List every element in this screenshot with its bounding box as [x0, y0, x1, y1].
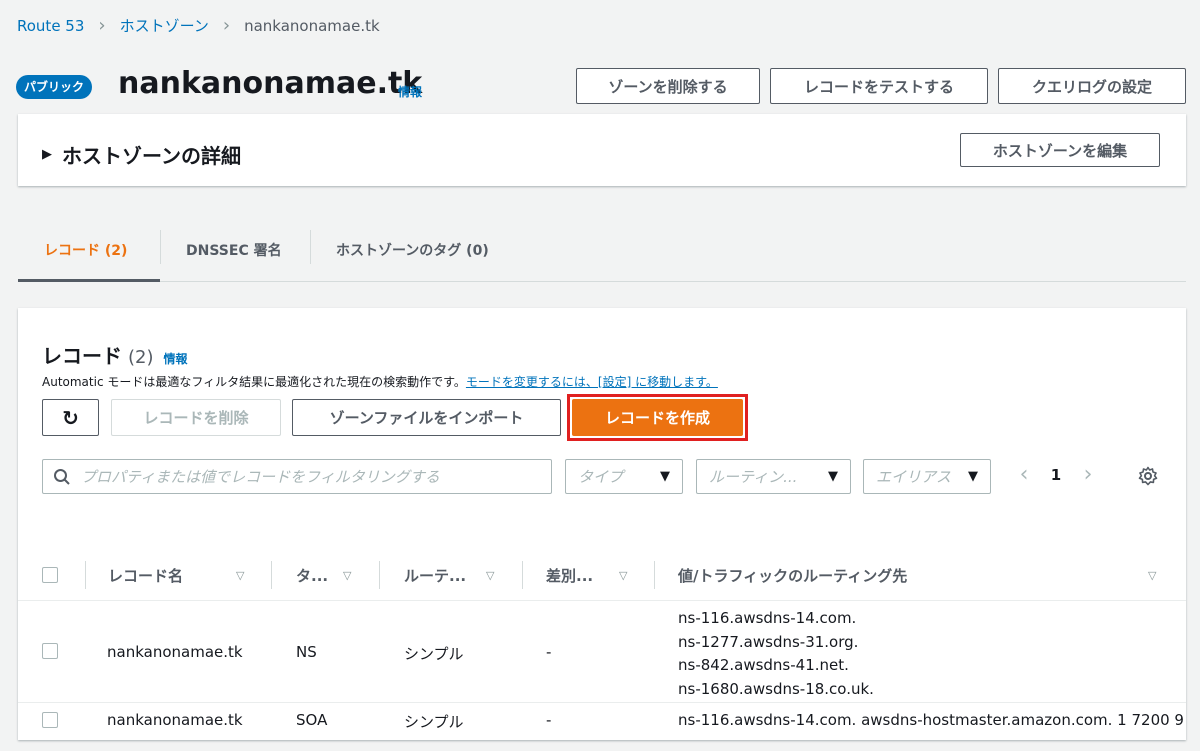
breadcrumb: Route 53 › ホストゾーン › nankanonamae.tk: [17, 15, 380, 36]
column-divider: [379, 561, 380, 589]
pagination: ‹ 1 ›: [1012, 462, 1100, 487]
sort-icon[interactable]: ▽: [236, 569, 244, 582]
routing-filter-select[interactable]: ルーティン... ▼: [696, 459, 851, 494]
record-routing: シンプル: [404, 645, 464, 663]
sort-icon[interactable]: ▽: [486, 569, 494, 582]
info-link[interactable]: 情報: [398, 83, 422, 100]
records-description: Automatic モードは最適なフィルタ結果に最適化された現在の検索動作です。…: [42, 373, 718, 390]
active-tab-indicator: [18, 279, 160, 282]
page-title: nankanonamae.tk: [118, 66, 423, 101]
delete-record-button[interactable]: レコードを削除: [111, 399, 281, 436]
tab-divider: [160, 230, 161, 264]
refresh-icon: ↻: [62, 405, 79, 430]
tab-divider: [310, 230, 311, 264]
breadcrumb-route53[interactable]: Route 53: [17, 17, 84, 35]
record-differentiator: -: [546, 643, 552, 661]
record-value-line: ns-116.awsdns-14.com.: [678, 609, 857, 627]
record-routing: シンプル: [404, 713, 464, 731]
create-record-button[interactable]: レコードを作成: [572, 399, 743, 436]
column-header-value[interactable]: 値/トラフィックのルーティング先: [678, 549, 907, 601]
tab-tags[interactable]: ホストゾーンのタグ (0): [336, 218, 489, 281]
record-name: nankanonamae.tk: [107, 643, 243, 661]
column-header-routing[interactable]: ルーテ...: [404, 549, 466, 601]
sort-icon[interactable]: ▽: [1148, 569, 1156, 582]
records-info-link[interactable]: 情報: [164, 350, 188, 367]
column-divider: [522, 561, 523, 589]
breadcrumb-hosted-zones[interactable]: ホストゾーン: [120, 15, 209, 36]
record-value-line: ns-1277.awsdns-31.org.: [678, 632, 859, 651]
caret-right-icon: ▶: [42, 147, 52, 162]
alias-filter-select[interactable]: エイリアス ▼: [863, 459, 991, 494]
column-divider: [271, 561, 272, 589]
refresh-button[interactable]: ↻: [42, 399, 99, 436]
search-placeholder: プロパティまたは値でレコードをフィルタリングする: [81, 468, 440, 486]
type-filter-select[interactable]: タイプ ▼: [565, 459, 683, 494]
page-number[interactable]: 1: [1036, 466, 1076, 484]
chevron-right-icon: ›: [98, 15, 106, 36]
record-name: nankanonamae.tk: [107, 711, 243, 729]
chevron-right-icon[interactable]: ›: [1076, 462, 1100, 487]
caret-down-icon: ▼: [968, 469, 978, 484]
details-label: ホストゾーンの詳細: [62, 144, 241, 168]
alias-filter-label: エイリアス: [876, 468, 952, 486]
type-filter-label: タイプ: [578, 468, 624, 486]
settings-gear-icon[interactable]: [1138, 466, 1158, 486]
chevron-right-icon: ›: [222, 15, 231, 36]
test-record-button[interactable]: レコードをテストする: [770, 68, 988, 104]
settings-mode-link[interactable]: モードを変更するには、[設定] に移動します。: [466, 375, 718, 389]
record-value-line: ns-842.awsdns-41.net.: [678, 656, 849, 674]
column-header-differentiator[interactable]: 差別...: [546, 549, 593, 601]
record-differentiator: -: [546, 711, 552, 729]
public-badge: パブリック: [16, 75, 93, 99]
details-expander[interactable]: ▶ ホストゾーンの詳細: [42, 140, 241, 169]
record-value-line: ns-1680.awsdns-18.co.uk.: [678, 679, 874, 698]
tab-dnssec[interactable]: DNSSEC 署名: [186, 218, 282, 281]
routing-filter-label: ルーティン...: [709, 468, 798, 486]
records-description-text: Automatic モードは最適なフィルタ結果に最適化された現在の検索動作です。: [42, 375, 466, 389]
chevron-left-icon[interactable]: ‹: [1012, 462, 1036, 487]
record-type: SOA: [296, 711, 328, 729]
record-type: NS: [296, 643, 317, 661]
import-zone-file-button[interactable]: ゾーンファイルをインポート: [292, 399, 561, 436]
column-divider: [654, 561, 655, 589]
row-checkbox[interactable]: [42, 712, 58, 728]
select-all-checkbox[interactable]: [42, 567, 58, 583]
records-count: (2): [128, 347, 154, 368]
breadcrumb-current: nankanonamae.tk: [244, 16, 380, 35]
column-header-name[interactable]: レコード名: [108, 549, 183, 601]
sort-icon[interactable]: ▽: [343, 569, 351, 582]
record-search-input[interactable]: プロパティまたは値でレコードをフィルタリングする: [42, 459, 552, 494]
column-divider: [85, 561, 86, 589]
row-checkbox[interactable]: [42, 643, 58, 659]
tab-records[interactable]: レコード (2): [44, 218, 127, 281]
table-header: レコード名 ▽ タ... ▽ ルーテ... ▽ 差別... ▽ 値/トラフィック…: [18, 549, 1186, 601]
query-log-button[interactable]: クエリログの設定: [998, 68, 1186, 104]
delete-zone-button[interactable]: ゾーンを削除する: [576, 68, 760, 104]
column-header-type[interactable]: タ...: [296, 549, 328, 601]
records-heading: レコード (2) 情報: [42, 340, 188, 369]
search-icon: [54, 468, 70, 485]
caret-down-icon: ▼: [660, 469, 670, 484]
caret-down-icon: ▼: [828, 469, 838, 484]
record-values: ns-116.awsdns-14.com. ns-1277.awsdns-31.…: [678, 607, 874, 701]
tab-bar: レコード (2) DNSSEC 署名 ホストゾーンのタグ (0): [18, 218, 1186, 282]
records-title: レコード: [42, 344, 122, 368]
edit-hosted-zone-button[interactable]: ホストゾーンを編集: [960, 133, 1160, 167]
record-value-line: ns-116.awsdns-14.com. awsdns-hostmaster.…: [678, 711, 1184, 729]
sort-icon[interactable]: ▽: [619, 569, 627, 582]
